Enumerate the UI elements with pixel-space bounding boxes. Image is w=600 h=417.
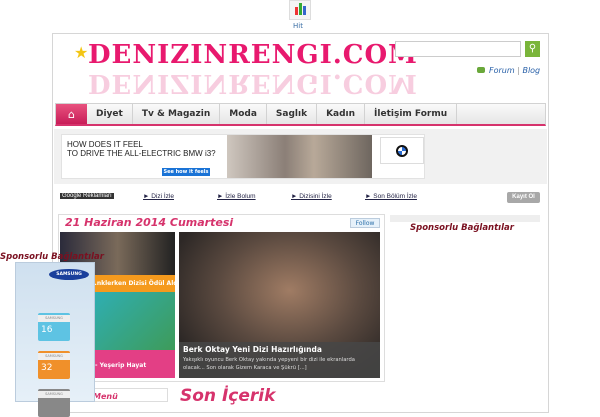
recent-heading: Son İçerik bbox=[180, 386, 276, 406]
logo-reflection: DENIZINRENGI.COM bbox=[88, 68, 418, 98]
hit-label[interactable]: Hit bbox=[293, 22, 303, 30]
search-button[interactable]: ⚲ bbox=[525, 41, 540, 57]
ad-cta-button[interactable]: See how it feels bbox=[162, 168, 210, 176]
header-links: Forum | Blog bbox=[477, 66, 540, 75]
blog-link[interactable]: Blog bbox=[522, 66, 540, 75]
nav-iletisim[interactable]: İletişim Formu bbox=[365, 104, 458, 124]
nav-diyet[interactable]: Diyet bbox=[87, 104, 133, 124]
sidebar-title: Sponsorlu Bağlantılar bbox=[410, 223, 514, 233]
forum-link[interactable]: Forum bbox=[489, 66, 515, 75]
link-dizisini-izle[interactable]: ► Dizisini İzle bbox=[291, 193, 332, 200]
link-row: Google Reklamları ► Dizi İzle ► İzle Bol… bbox=[54, 188, 547, 206]
star-icon: ★ bbox=[74, 43, 89, 62]
hit-counter-icon[interactable] bbox=[289, 0, 311, 20]
samsung-logo: SAMSUNG bbox=[49, 269, 89, 280]
search-icon: ⚲ bbox=[528, 43, 537, 54]
search-input[interactable] bbox=[395, 41, 521, 57]
google-ads-label: Google Reklamları bbox=[60, 193, 114, 199]
samsung-floating-ad[interactable]: SAMSUNG SAMSUNG 16 SAMSUNG 32 SAMSUNG bbox=[15, 262, 95, 417]
site-logo[interactable]: DENIZINRENGI.COM DENIZINRENGI.COM bbox=[70, 40, 418, 100]
ad-photo bbox=[227, 135, 372, 178]
bmw-logo-icon bbox=[380, 137, 424, 164]
link-izle-bolum[interactable]: ► İzle Bolum bbox=[217, 193, 256, 200]
main-nav: ⌂ Diyet Tv & Magazin Moda Saglık Kadın İ… bbox=[55, 103, 546, 126]
sd-card-16: SAMSUNG 16 bbox=[38, 313, 70, 341]
link-son-bolum-izle[interactable]: ► Son Bölüm İzle bbox=[365, 193, 417, 200]
ad-line-2: TO DRIVE THE ALL-ELECTRIC BMW i3? bbox=[67, 149, 216, 158]
link-dizi-izle[interactable]: ► Dizi İzle bbox=[143, 193, 174, 200]
sidebar-stripe bbox=[390, 215, 540, 222]
home-icon: ⌂ bbox=[68, 107, 75, 121]
date-heading: 21 Haziran 2014 Cumartesi bbox=[65, 216, 234, 229]
floating-ad-title: Sponsorlu Bağlantılar bbox=[0, 252, 104, 262]
separator: | bbox=[517, 66, 520, 75]
chat-icon bbox=[477, 67, 485, 73]
featured-excerpt: Yakışıklı oyuncu Berk Oktay yakında yepy… bbox=[183, 357, 355, 371]
nav-saglik[interactable]: Saglık bbox=[267, 104, 318, 124]
nav-kadin[interactable]: Kadın bbox=[317, 104, 366, 124]
register-button[interactable]: Kayıt Ol bbox=[507, 192, 540, 203]
ad-line-1: HOW DOES IT FEEL bbox=[67, 140, 143, 149]
sd-card: SAMSUNG bbox=[38, 389, 70, 417]
featured-headline[interactable]: Berk Oktay Yeni Dizi Hazırlığında bbox=[183, 345, 376, 354]
twitter-follow-button[interactable]: Follow bbox=[350, 218, 380, 228]
nav-moda[interactable]: Moda bbox=[220, 104, 267, 124]
featured-caption: Berk Oktay Yeni Dizi Hazırlığında Yakışı… bbox=[179, 342, 380, 378]
bmw-banner-ad[interactable]: HOW DOES IT FEEL TO DRIVE THE ALL-ELECTRI… bbox=[61, 134, 425, 179]
nav-home[interactable]: ⌂ bbox=[56, 104, 87, 124]
nav-tv-magazin[interactable]: Tv & Magazin bbox=[133, 104, 221, 124]
logo-text: DENIZINRENGI.COM bbox=[88, 40, 418, 70]
featured-image[interactable]: Berk Oktay Yeni Dizi Hazırlığında Yakışı… bbox=[179, 232, 380, 378]
sd-card-32: SAMSUNG 32 bbox=[38, 351, 70, 379]
